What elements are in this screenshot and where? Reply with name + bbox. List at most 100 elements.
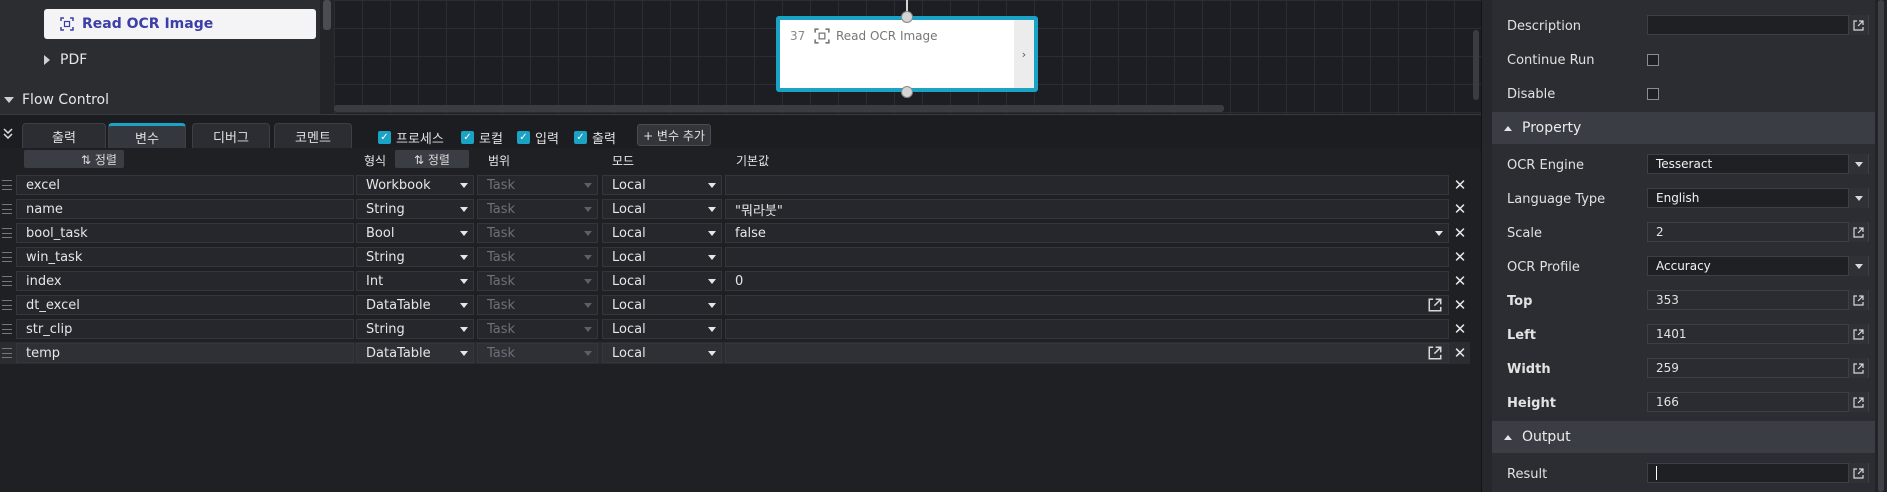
drag-handle-icon[interactable] xyxy=(2,348,12,358)
variable-mode-select[interactable]: Local xyxy=(602,223,722,243)
variable-scope-select[interactable]: Task xyxy=(477,223,598,243)
variable-row[interactable]: name String Task Local "뭐라붓" ✕ xyxy=(0,198,1470,220)
variable-row[interactable]: temp DataTable Task Local ✕ xyxy=(0,342,1470,364)
tree-item-flow-control[interactable]: Flow Control xyxy=(4,92,109,108)
ocr-profile-select[interactable]: Accuracy xyxy=(1647,256,1869,276)
variable-name-field[interactable]: index xyxy=(16,271,354,291)
chevron-down-icon[interactable] xyxy=(579,176,597,194)
variable-type-select[interactable]: Bool xyxy=(356,223,474,243)
chevron-down-icon[interactable] xyxy=(455,320,473,338)
add-variable-button[interactable]: + 변수 추가 xyxy=(637,124,711,146)
chevron-down-icon[interactable] xyxy=(703,200,721,218)
height-input[interactable]: 166 xyxy=(1647,392,1869,412)
open-editor-icon[interactable] xyxy=(1848,324,1868,344)
chevron-down-icon[interactable] xyxy=(703,176,721,194)
variable-type-select[interactable]: String xyxy=(356,247,474,267)
tree-item-pdf[interactable]: PDF xyxy=(44,52,87,68)
property-section-header[interactable]: Property xyxy=(1492,112,1876,144)
chevron-down-icon[interactable] xyxy=(455,296,473,314)
drag-handle-icon[interactable] xyxy=(2,252,12,262)
tab-variables[interactable]: 변수 xyxy=(108,123,186,149)
variable-mode-select[interactable]: Local xyxy=(602,199,722,219)
variable-mode-select[interactable]: Local xyxy=(602,343,722,363)
variable-mode-select[interactable]: Local xyxy=(602,295,722,315)
variable-row[interactable]: index Int Task Local 0 ✕ xyxy=(0,270,1470,292)
variable-row[interactable]: excel Workbook Task Local ✕ xyxy=(0,174,1470,196)
delete-variable-icon[interactable]: ✕ xyxy=(1451,271,1469,291)
chevron-down-icon[interactable] xyxy=(703,248,721,266)
drag-handle-icon[interactable] xyxy=(2,228,12,238)
description-input[interactable] xyxy=(1647,15,1869,35)
open-editor-icon[interactable] xyxy=(1428,298,1442,312)
tab-comment[interactable]: 코멘트 xyxy=(274,123,352,149)
drag-handle-icon[interactable] xyxy=(2,324,12,334)
variable-scope-select[interactable]: Task xyxy=(477,247,598,267)
activity-node-read-ocr-image[interactable]: 37 Read OCR Image › xyxy=(776,16,1038,92)
variable-default-field[interactable] xyxy=(725,247,1449,267)
tree-item-read-ocr-image[interactable]: Read OCR Image xyxy=(44,9,316,39)
delete-variable-icon[interactable]: ✕ xyxy=(1451,175,1469,195)
tab-debug[interactable]: 디버그 xyxy=(192,123,270,149)
canvas-vertical-scrollbar[interactable] xyxy=(1473,30,1479,100)
chevron-down-icon[interactable] xyxy=(1430,224,1448,242)
filter-input-checkbox[interactable]: ✓ 입력 xyxy=(517,128,559,147)
variable-scope-select[interactable]: Task xyxy=(477,271,598,291)
chevron-down-icon[interactable] xyxy=(579,200,597,218)
variable-name-field[interactable]: str_clip xyxy=(16,319,354,339)
variable-type-select[interactable]: Int xyxy=(356,271,474,291)
result-input[interactable] xyxy=(1647,463,1869,483)
sort-type-button[interactable]: ⇅ 정렬 xyxy=(395,150,469,168)
filter-process-checkbox[interactable]: ✓ 프로세스 xyxy=(378,128,444,147)
variable-mode-select[interactable]: Local xyxy=(602,247,722,267)
canvas-horizontal-scrollbar[interactable] xyxy=(334,105,1224,112)
variable-scope-select[interactable]: Task xyxy=(477,199,598,219)
variable-row[interactable]: dt_excel DataTable Task Local ✕ xyxy=(0,294,1470,316)
variable-name-field[interactable]: bool_task xyxy=(16,223,354,243)
drag-handle-icon[interactable] xyxy=(2,204,12,214)
open-editor-icon[interactable] xyxy=(1848,290,1868,310)
disable-checkbox[interactable] xyxy=(1647,88,1659,100)
variable-type-select[interactable]: DataTable xyxy=(356,343,474,363)
delete-variable-icon[interactable]: ✕ xyxy=(1451,295,1469,315)
delete-variable-icon[interactable]: ✕ xyxy=(1451,343,1469,363)
chevron-down-icon[interactable] xyxy=(455,200,473,218)
open-editor-icon[interactable] xyxy=(1848,222,1868,242)
output-section-header[interactable]: Output xyxy=(1492,421,1876,453)
node-input-port[interactable] xyxy=(901,11,913,23)
flow-canvas[interactable]: 37 Read OCR Image › xyxy=(334,0,1481,114)
chevron-down-icon[interactable] xyxy=(579,224,597,242)
scale-input[interactable]: 2 xyxy=(1647,222,1869,242)
chevron-down-icon[interactable] xyxy=(579,344,597,362)
variable-scope-select[interactable]: Task xyxy=(477,343,598,363)
chevron-down-icon[interactable] xyxy=(1848,188,1868,208)
variable-type-select[interactable]: DataTable xyxy=(356,295,474,315)
tab-output[interactable]: 출력 xyxy=(22,123,106,149)
node-output-port[interactable] xyxy=(901,86,913,98)
variable-default-field[interactable]: "뭐라붓" xyxy=(725,199,1449,219)
variable-name-field[interactable]: dt_excel xyxy=(16,295,354,315)
chevron-down-icon[interactable] xyxy=(579,248,597,266)
chevron-down-icon[interactable] xyxy=(579,320,597,338)
open-editor-icon[interactable] xyxy=(1848,392,1868,412)
chevron-down-icon[interactable] xyxy=(579,296,597,314)
variable-scope-select[interactable]: Task xyxy=(477,175,598,195)
variable-default-field[interactable] xyxy=(725,343,1449,363)
open-editor-icon[interactable] xyxy=(1428,346,1442,360)
properties-scrollbar[interactable] xyxy=(1875,0,1887,492)
variable-row[interactable]: win_task String Task Local ✕ xyxy=(0,246,1470,268)
variable-default-field[interactable]: 0 xyxy=(725,271,1449,291)
variable-type-select[interactable]: Workbook xyxy=(356,175,474,195)
open-editor-icon[interactable] xyxy=(1848,358,1868,378)
variable-type-select[interactable]: String xyxy=(356,199,474,219)
delete-variable-icon[interactable]: ✕ xyxy=(1451,223,1469,243)
chevron-down-icon[interactable] xyxy=(1848,154,1868,174)
variable-name-field[interactable]: name xyxy=(16,199,354,219)
chevron-down-icon[interactable] xyxy=(455,272,473,290)
open-editor-icon[interactable] xyxy=(1848,15,1868,35)
variable-mode-select[interactable]: Local xyxy=(602,271,722,291)
delete-variable-icon[interactable]: ✕ xyxy=(1451,247,1469,267)
variable-mode-select[interactable]: Local xyxy=(602,319,722,339)
chevron-down-icon[interactable] xyxy=(1848,256,1868,276)
chevron-down-icon[interactable] xyxy=(455,344,473,362)
variable-scope-select[interactable]: Task xyxy=(477,295,598,315)
